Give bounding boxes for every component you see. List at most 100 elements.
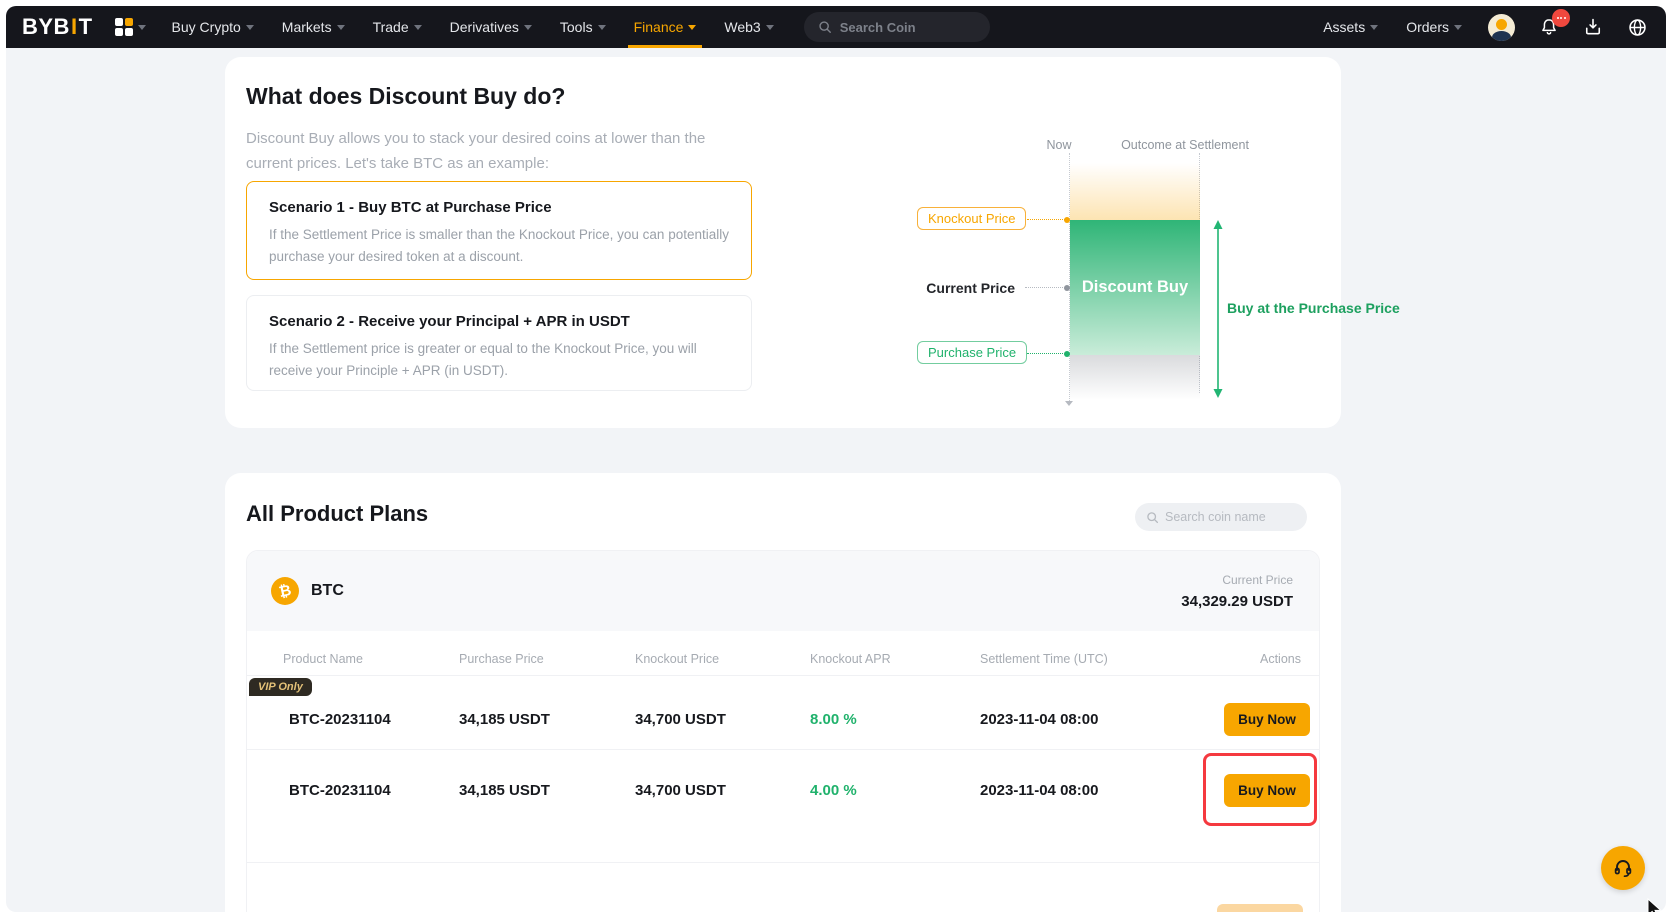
scenario-1-card[interactable]: Scenario 1 - Buy BTC at Purchase Price I… <box>246 181 752 280</box>
grid-square-accent <box>125 18 133 26</box>
btc-glyph: ₿ <box>277 581 293 601</box>
chevron-down-icon <box>598 25 606 30</box>
nav-item-derivatives[interactable]: Derivatives <box>436 6 546 48</box>
headset-icon <box>1611 856 1635 880</box>
buy-now-button-highlighted[interactable]: Buy Now <box>1224 774 1310 807</box>
grid-square <box>125 28 133 36</box>
nav-item-markets[interactable]: Markets <box>268 6 359 48</box>
diagram-below-zone <box>1070 355 1200 400</box>
diagram-now-label: Now <box>1029 138 1089 152</box>
scenario-2-body: If the Settlement price is greater or eq… <box>269 338 729 381</box>
plan-row-1: BTC-20231104 34,185 USDT 34,700 USDT 8.0… <box>247 689 1319 749</box>
col-knockout-price: Knockout Price <box>635 652 810 666</box>
knockout-dot <box>1064 217 1070 223</box>
explainer-title: What does Discount Buy do? <box>246 83 565 110</box>
grid-square <box>115 28 123 36</box>
cell-purchase: 34,185 USDT <box>459 711 635 728</box>
coin-name-search-input[interactable] <box>1165 510 1295 524</box>
cell-apr: 4.00 % <box>810 782 980 799</box>
nav-item-orders[interactable]: Orders <box>1404 19 1464 35</box>
plan-row-2: BTC-20231104 34,185 USDT 34,700 USDT 4.0… <box>247 760 1319 820</box>
plans-title: All Product Plans <box>246 501 428 527</box>
product-plans-card: All Product Plans ₿ BTC Current Price 34… <box>225 473 1341 912</box>
nav-item-tools[interactable]: Tools <box>546 6 620 48</box>
divider <box>247 749 1319 750</box>
purchase-price-chip: Purchase Price <box>917 341 1027 364</box>
diagram-knockout-zone <box>1070 163 1200 220</box>
download-icon <box>1583 17 1603 37</box>
col-actions: Actions <box>1224 652 1301 666</box>
diagram-box-label: Discount Buy <box>1082 278 1188 297</box>
cell-purchase: 34,185 USDT <box>459 782 635 799</box>
purchase-connector <box>1027 353 1063 354</box>
search-icon <box>1146 511 1159 524</box>
chevron-down-icon <box>688 25 696 30</box>
chevron-down-icon <box>1370 25 1378 30</box>
nav-label: Web3 <box>724 19 760 35</box>
nav-label: Trade <box>373 19 409 35</box>
discount-buy-explainer-card: What does Discount Buy do? Discount Buy … <box>225 57 1341 428</box>
cell-knockout: 34,700 USDT <box>635 711 810 728</box>
btc-icon: ₿ <box>271 577 299 605</box>
coin-name-search-box[interactable] <box>1135 503 1307 531</box>
bybit-page: BYBIT Buy Crypto Markets Trade Derivativ… <box>6 6 1666 912</box>
btc-plans-table: ₿ BTC Current Price 34,329.29 USDT Produ… <box>246 550 1320 912</box>
nav-label: Derivatives <box>450 19 519 35</box>
table-header-row: Product Name Purchase Price Knockout Pri… <box>247 645 1319 673</box>
notifications-button[interactable] <box>1539 17 1559 37</box>
diagram-down-arrow <box>1065 401 1073 406</box>
knockout-connector <box>1027 219 1065 220</box>
current-price-label: Current Price <box>865 280 1015 296</box>
top-navigation: BYBIT Buy Crypto Markets Trade Derivativ… <box>6 6 1666 48</box>
cell-product: BTC-20231104 <box>283 782 459 799</box>
nav-label: Assets <box>1323 19 1365 35</box>
nav-item-trade[interactable]: Trade <box>359 6 436 48</box>
cell-settlement: 2023-11-04 08:00 <box>980 782 1224 799</box>
grid-square <box>115 18 123 26</box>
col-purchase-price: Purchase Price <box>459 652 635 666</box>
apps-grid-icon <box>115 18 133 36</box>
nav-item-buy-crypto[interactable]: Buy Crypto <box>158 6 268 48</box>
coin-header-strip: ₿ BTC Current Price 34,329.29 USDT <box>247 551 1319 631</box>
nav-right: Assets Orders <box>1321 6 1648 48</box>
apps-menu-button[interactable] <box>103 6 158 48</box>
chevron-down-icon <box>1454 25 1462 30</box>
coin-name: BTC <box>311 582 344 600</box>
knockout-price-chip: Knockout Price <box>917 207 1026 230</box>
nav-left: BYBIT Buy Crypto Markets Trade Derivativ… <box>18 6 990 48</box>
nav-item-web3[interactable]: Web3 <box>710 6 787 48</box>
nav-label: Markets <box>282 19 332 35</box>
language-button[interactable] <box>1627 17 1648 38</box>
chevron-down-icon <box>766 25 774 30</box>
chevron-down-icon <box>414 25 422 30</box>
current-price-value: 34,329.29 USDT <box>1181 593 1293 610</box>
divider <box>247 675 1319 676</box>
current-dot <box>1064 285 1070 291</box>
diagram-discount-zone: Discount Buy <box>1070 220 1200 355</box>
col-knockout-apr: Knockout APR <box>810 652 980 666</box>
cell-apr: 8.00 % <box>810 711 980 728</box>
buy-at-purchase-price-label: Buy at the Purchase Price <box>1227 300 1400 316</box>
nav-label: Tools <box>560 19 593 35</box>
range-arrow <box>1211 219 1225 399</box>
cell-product: BTC-20231104 <box>283 711 459 728</box>
cell-knockout: 34,700 USDT <box>635 782 810 799</box>
nav-label: Finance <box>634 19 684 35</box>
mouse-cursor <box>1646 898 1666 912</box>
user-avatar[interactable] <box>1488 14 1515 41</box>
support-chat-button[interactable] <box>1601 846 1645 890</box>
diagram-outcome-label: Outcome at Settlement <box>1110 138 1260 152</box>
nav-item-assets[interactable]: Assets <box>1321 19 1380 35</box>
avatar-body <box>1492 31 1511 41</box>
coin-search-input[interactable] <box>840 20 960 35</box>
download-app-button[interactable] <box>1583 17 1603 37</box>
col-settlement-time: Settlement Time (UTC) <box>980 652 1224 666</box>
logo-text-2: T <box>79 14 93 40</box>
scenario-2-card[interactable]: Scenario 2 - Receive your Principal + AP… <box>246 295 752 391</box>
logo-accent: I <box>71 14 78 40</box>
bybit-logo[interactable]: BYBIT <box>18 6 103 48</box>
nav-item-finance[interactable]: Finance <box>620 6 711 48</box>
buy-now-button-partial[interactable] <box>1217 904 1303 912</box>
coin-search-box[interactable] <box>804 12 990 42</box>
buy-now-button[interactable]: Buy Now <box>1224 703 1310 736</box>
